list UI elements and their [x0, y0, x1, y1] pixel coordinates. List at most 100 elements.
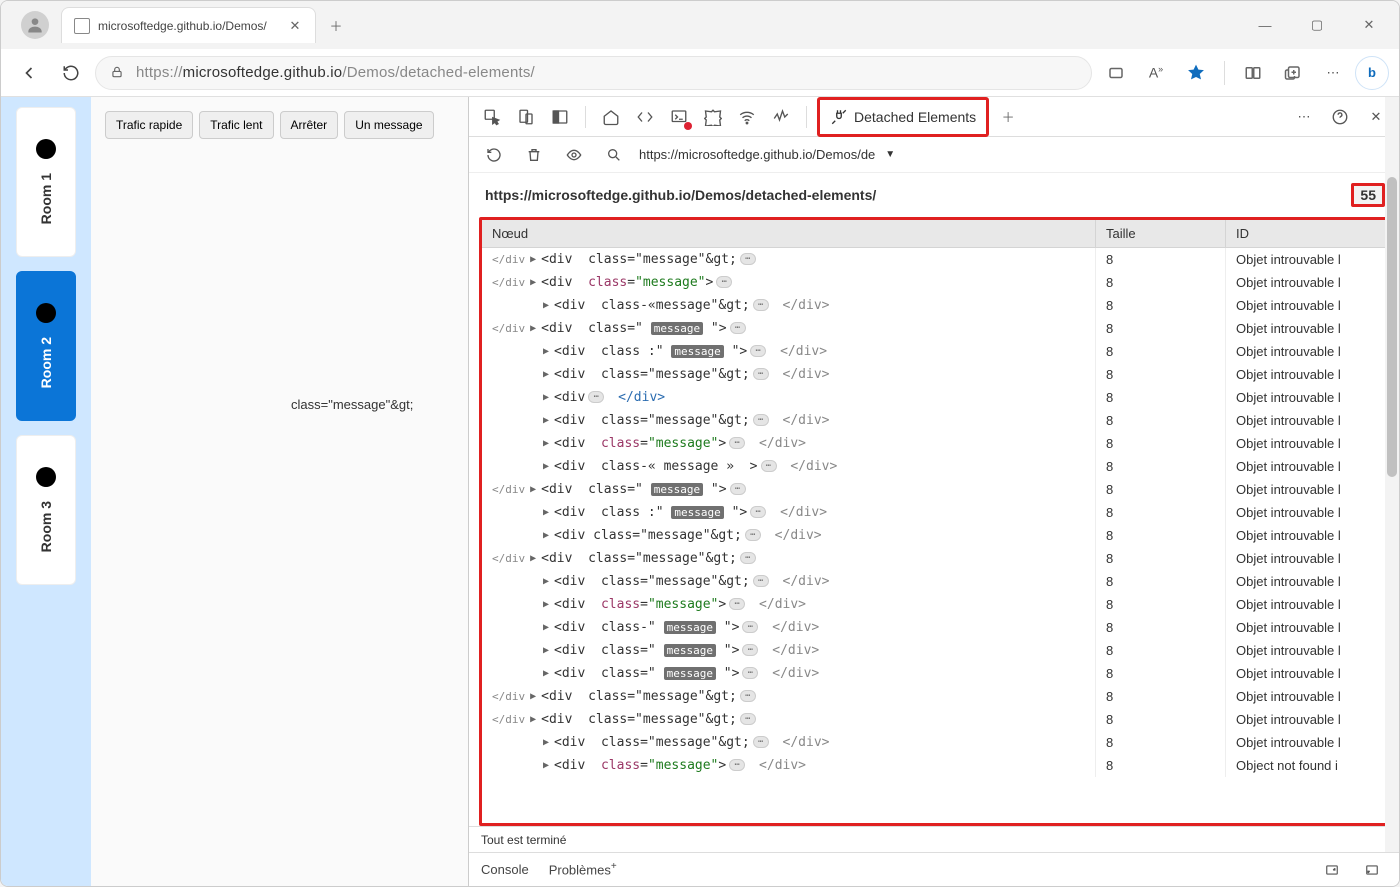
column-id[interactable]: ID — [1226, 220, 1386, 248]
maximize-button[interactable]: ▢ — [1295, 9, 1339, 41]
traffic-fast-button[interactable]: Trafic rapide — [105, 111, 193, 139]
stop-button[interactable]: Arrêter — [280, 111, 339, 139]
table-row[interactable]: ▶<div class-" message ">⋯ </div>8Objet i… — [482, 616, 1386, 639]
favorite-icon[interactable] — [1178, 55, 1214, 91]
more-badge[interactable]: ⋯ — [729, 759, 745, 771]
more-badge[interactable]: ⋯ — [716, 276, 732, 288]
size-cell: 8 — [1096, 455, 1226, 478]
performance-icon[interactable] — [766, 102, 796, 132]
more-icon[interactable]: ⋯ — [1315, 55, 1351, 91]
dock-icon[interactable] — [545, 102, 575, 132]
more-badge[interactable]: ⋯ — [753, 575, 769, 587]
more-badge[interactable]: ⋯ — [745, 529, 761, 541]
collections-icon[interactable] — [1275, 55, 1311, 91]
more-badge[interactable]: ⋯ — [761, 460, 777, 472]
back-button[interactable] — [11, 55, 47, 91]
table-row[interactable]: ▶<div class="message">⋯ </div>8Objet int… — [482, 432, 1386, 455]
url-field[interactable]: https://microsoftedge.github.io/Demos/de… — [95, 56, 1092, 90]
more-badge[interactable]: ⋯ — [740, 253, 756, 265]
inspect-icon[interactable] — [477, 102, 507, 132]
table-row[interactable]: ▶<div class="message"&gt;⋯ </div>8Objet … — [482, 570, 1386, 593]
room-tab-1[interactable]: Room 1 — [16, 107, 76, 257]
column-node[interactable]: Nœud — [482, 220, 1096, 248]
drawer-console-tab[interactable]: Console — [481, 862, 529, 877]
dropdown-caret-icon[interactable]: ▼ — [885, 149, 895, 160]
subbar-url[interactable]: https://microsoftedge.github.io/Demos/de — [639, 147, 875, 162]
table-row[interactable]: </div▶<div class=" message ">⋯8Objet int… — [482, 478, 1386, 501]
table-row[interactable]: ▶<div class="message">⋯ </div>8Objet int… — [482, 593, 1386, 616]
sources-icon[interactable] — [698, 102, 728, 132]
help-icon[interactable] — [1325, 102, 1355, 132]
refresh-button[interactable] — [53, 55, 89, 91]
add-tab-button[interactable]: ＋ — [993, 102, 1023, 132]
tab-close-icon[interactable]: ✕ — [287, 18, 303, 34]
network-icon[interactable] — [732, 102, 762, 132]
more-badge[interactable]: ⋯ — [750, 506, 766, 518]
more-badge[interactable]: ⋯ — [753, 736, 769, 748]
more-badge[interactable]: ⋯ — [753, 414, 769, 426]
drawer-expand-icon[interactable] — [1317, 855, 1347, 885]
table-row[interactable]: ▶<div class=" message ">⋯ </div>8Objet i… — [482, 662, 1386, 685]
table-row[interactable]: </div▶<div class=" message ">⋯8Objet int… — [482, 317, 1386, 340]
more-badge[interactable]: ⋯ — [742, 621, 758, 633]
table-row[interactable]: </div▶<div class="message"&gt;⋯8Objet in… — [482, 685, 1386, 708]
table-row[interactable]: </div▶<div class="message">⋯8Objet intro… — [482, 271, 1386, 294]
split-screen-icon[interactable] — [1235, 55, 1271, 91]
read-aloud-icon[interactable]: A» — [1138, 55, 1174, 91]
table-row[interactable]: ▶<div class-«message"&gt;⋯ </div>8Objet … — [482, 294, 1386, 317]
drawer-collapse-icon[interactable] — [1357, 855, 1387, 885]
table-scroll[interactable]: Nœud Taille ID </div▶<div class="message… — [482, 220, 1386, 823]
more-badge[interactable]: ⋯ — [729, 437, 745, 449]
table-row[interactable]: ▶<div class-« message » >⋯ </div>8Objet … — [482, 455, 1386, 478]
more-badge[interactable]: ⋯ — [753, 299, 769, 311]
table-row[interactable]: ▶<div⋯ </div>8Objet introuvable l — [482, 386, 1386, 409]
devtools-scrollbar[interactable] — [1385, 97, 1399, 852]
room-tab-3[interactable]: Room 3 — [16, 435, 76, 585]
new-tab-button[interactable]: ＋ — [320, 9, 352, 41]
drawer-problems-tab[interactable]: Problèmes+ — [549, 861, 617, 877]
table-row[interactable]: </div▶<div class="message"&gt;⋯8Objet in… — [482, 547, 1386, 570]
table-row[interactable]: ▶<div class="message"&gt;⋯ </div>8Objet … — [482, 731, 1386, 754]
more-badge[interactable]: ⋯ — [730, 322, 746, 334]
more-badge[interactable]: ⋯ — [742, 667, 758, 679]
welcome-icon[interactable] — [596, 102, 626, 132]
more-badge[interactable]: ⋯ — [740, 713, 756, 725]
more-badge[interactable]: ⋯ — [742, 644, 758, 656]
table-row[interactable]: </div▶<div class="message"&gt;⋯8Objet in… — [482, 248, 1386, 271]
table-row[interactable]: ▶<div class :" message ">⋯ </div>8Objet … — [482, 501, 1386, 524]
more-badge[interactable]: ⋯ — [753, 368, 769, 380]
bing-chat-icon[interactable]: b — [1355, 56, 1389, 90]
panel-title-url: https://microsoftedge.github.io/Demos/de… — [485, 187, 876, 203]
table-row[interactable]: ▶<div class :" message ">⋯ </div>8Objet … — [482, 340, 1386, 363]
table-row[interactable]: </div▶<div class="message"&gt;⋯8Objet in… — [482, 708, 1386, 731]
elements-icon[interactable] — [630, 102, 660, 132]
eye-icon[interactable] — [559, 140, 589, 170]
one-message-button[interactable]: Un message — [344, 111, 433, 139]
traffic-slow-button[interactable]: Trafic lent — [199, 111, 273, 139]
table-row[interactable]: ▶<div class="message"&gt;⋯ </div>8Objet … — [482, 363, 1386, 386]
table-row[interactable]: ▶<div class="message">⋯ </div>8Object no… — [482, 754, 1386, 777]
browser-tab[interactable]: microsoftedge.github.io/Demos/ ✕ — [61, 7, 316, 43]
table-row[interactable]: ▶<div class="message"&gt;⋯ </div>8Objet … — [482, 409, 1386, 432]
more-badge[interactable]: ⋯ — [740, 552, 756, 564]
room-tab-2[interactable]: Room 2 — [16, 271, 76, 421]
search-icon[interactable] — [599, 140, 629, 170]
detached-elements-tab[interactable]: Detached Elements — [817, 97, 989, 137]
more-tools-icon[interactable]: ⋯ — [1289, 102, 1319, 132]
more-badge[interactable]: ⋯ — [750, 345, 766, 357]
app-icon[interactable] — [1098, 55, 1134, 91]
more-badge[interactable]: ⋯ — [729, 598, 745, 610]
more-badge[interactable]: ⋯ — [588, 391, 604, 403]
refresh-panel-icon[interactable] — [479, 140, 509, 170]
column-size[interactable]: Taille — [1096, 220, 1226, 248]
trash-icon[interactable] — [519, 140, 549, 170]
console-icon[interactable] — [664, 102, 694, 132]
device-toggle-icon[interactable] — [511, 102, 541, 132]
table-row[interactable]: ▶<div class="message"&gt;⋯ </div>8Objet … — [482, 524, 1386, 547]
profile-avatar[interactable] — [21, 11, 49, 39]
close-window-button[interactable]: ✕ — [1347, 9, 1391, 41]
more-badge[interactable]: ⋯ — [740, 690, 756, 702]
table-row[interactable]: ▶<div class=" message ">⋯ </div>8Objet i… — [482, 639, 1386, 662]
more-badge[interactable]: ⋯ — [730, 483, 746, 495]
minimize-button[interactable]: ― — [1243, 9, 1287, 41]
